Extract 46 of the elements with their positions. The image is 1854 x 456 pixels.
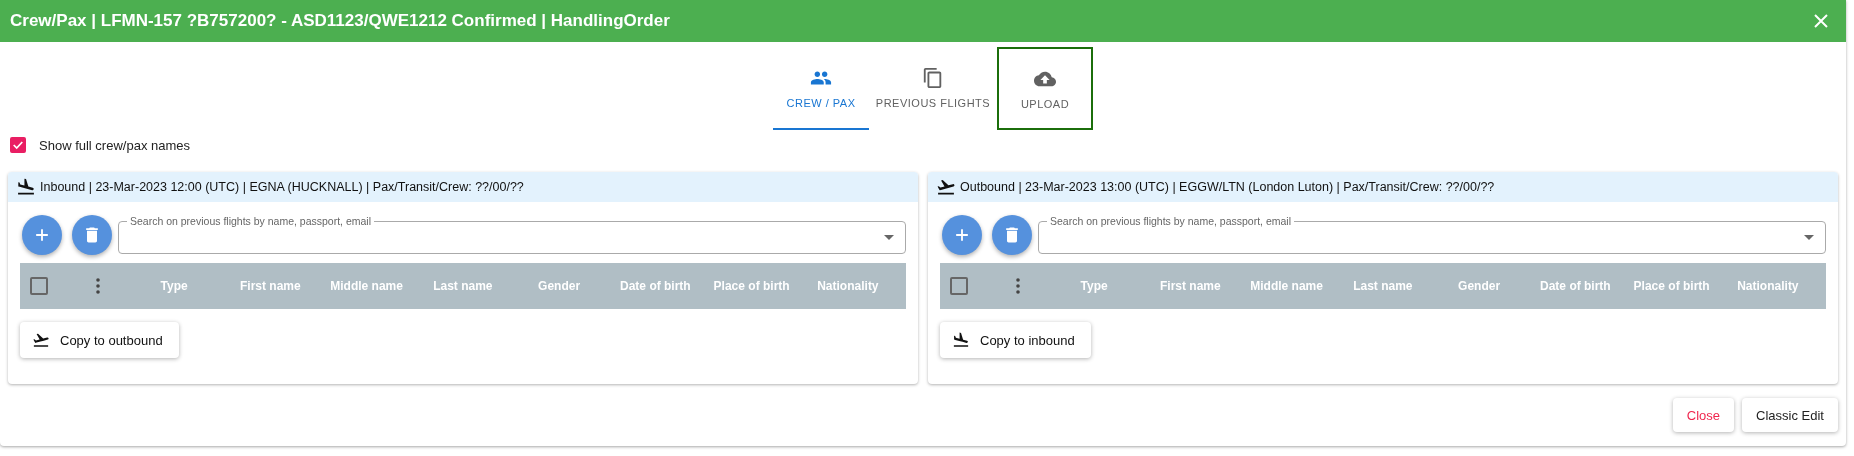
caret-icon xyxy=(884,235,894,240)
more-icon[interactable] xyxy=(1016,278,1020,294)
column-header: Middle name xyxy=(1249,279,1324,293)
column-header: Nationality xyxy=(816,279,880,293)
more-icon[interactable] xyxy=(96,278,100,294)
column-header: Gender xyxy=(1457,279,1502,293)
column-header: Nationality xyxy=(1736,279,1800,293)
select-all-checkbox[interactable] xyxy=(30,277,48,295)
plane-landing-icon xyxy=(16,177,36,197)
column-header: Place of birth xyxy=(712,279,791,293)
plane-takeoff-icon xyxy=(936,177,956,197)
close-icon[interactable] xyxy=(1814,14,1828,28)
copy-button[interactable]: Copy to inbound xyxy=(940,322,1091,358)
checkbox[interactable] xyxy=(10,137,26,153)
select-all-checkbox[interactable] xyxy=(950,277,968,295)
dialog-title: Crew/Pax | LFMN-157 ?B757200? - ASD1123/QWE1212 Confirmed | HandlingOrder xyxy=(10,11,671,31)
column-header: Gender xyxy=(537,279,582,293)
column-header: Date of birth xyxy=(619,279,692,293)
add-button[interactable] xyxy=(942,215,982,255)
copy-button[interactable]: Copy to outbound xyxy=(20,322,179,358)
tab[interactable]: UPLOAD xyxy=(997,47,1093,130)
footer-button[interactable]: Classic Edit xyxy=(1742,398,1838,432)
add-button[interactable] xyxy=(22,215,62,255)
column-header: Date of birth xyxy=(1539,279,1612,293)
column-header: First name xyxy=(239,279,302,293)
tab[interactable]: CREW / PAX xyxy=(773,47,869,130)
checkbox-label: Show full crew/pax names xyxy=(39,137,190,153)
tab[interactable]: PREVIOUS FLIGHTS xyxy=(869,47,997,130)
column-header: Place of birth xyxy=(1632,279,1711,293)
plane-landing-icon xyxy=(952,331,970,349)
column-header: Type xyxy=(1079,279,1109,293)
caret-icon xyxy=(1804,235,1814,240)
search-label: Search on previous flights by name, passport, email xyxy=(1047,214,1295,228)
delete-button[interactable] xyxy=(72,215,112,255)
column-header: First name xyxy=(1159,279,1222,293)
panel-title: Inbound | 23-Mar-2023 12:00 (UTC) | EGNA (HUCKNALL) | Pax/Transit/Crew: ??/00/?? xyxy=(40,180,524,194)
panel-title: Outbound | 23-Mar-2023 13:00 (UTC) | EGGW/LTN (London Luton) | Pax/Transit/Crew: ??/00/?? xyxy=(960,180,1495,194)
footer-button[interactable]: Close xyxy=(1672,398,1735,432)
column-header: Last name xyxy=(432,279,494,293)
plane-takeoff-icon xyxy=(32,331,50,349)
copy-icon xyxy=(922,66,944,89)
column-header: Last name xyxy=(1352,279,1414,293)
column-header: Type xyxy=(159,279,189,293)
delete-button[interactable] xyxy=(992,215,1032,255)
search-label: Search on previous flights by name, passport, email xyxy=(127,214,375,228)
column-header: Middle name xyxy=(329,279,404,293)
